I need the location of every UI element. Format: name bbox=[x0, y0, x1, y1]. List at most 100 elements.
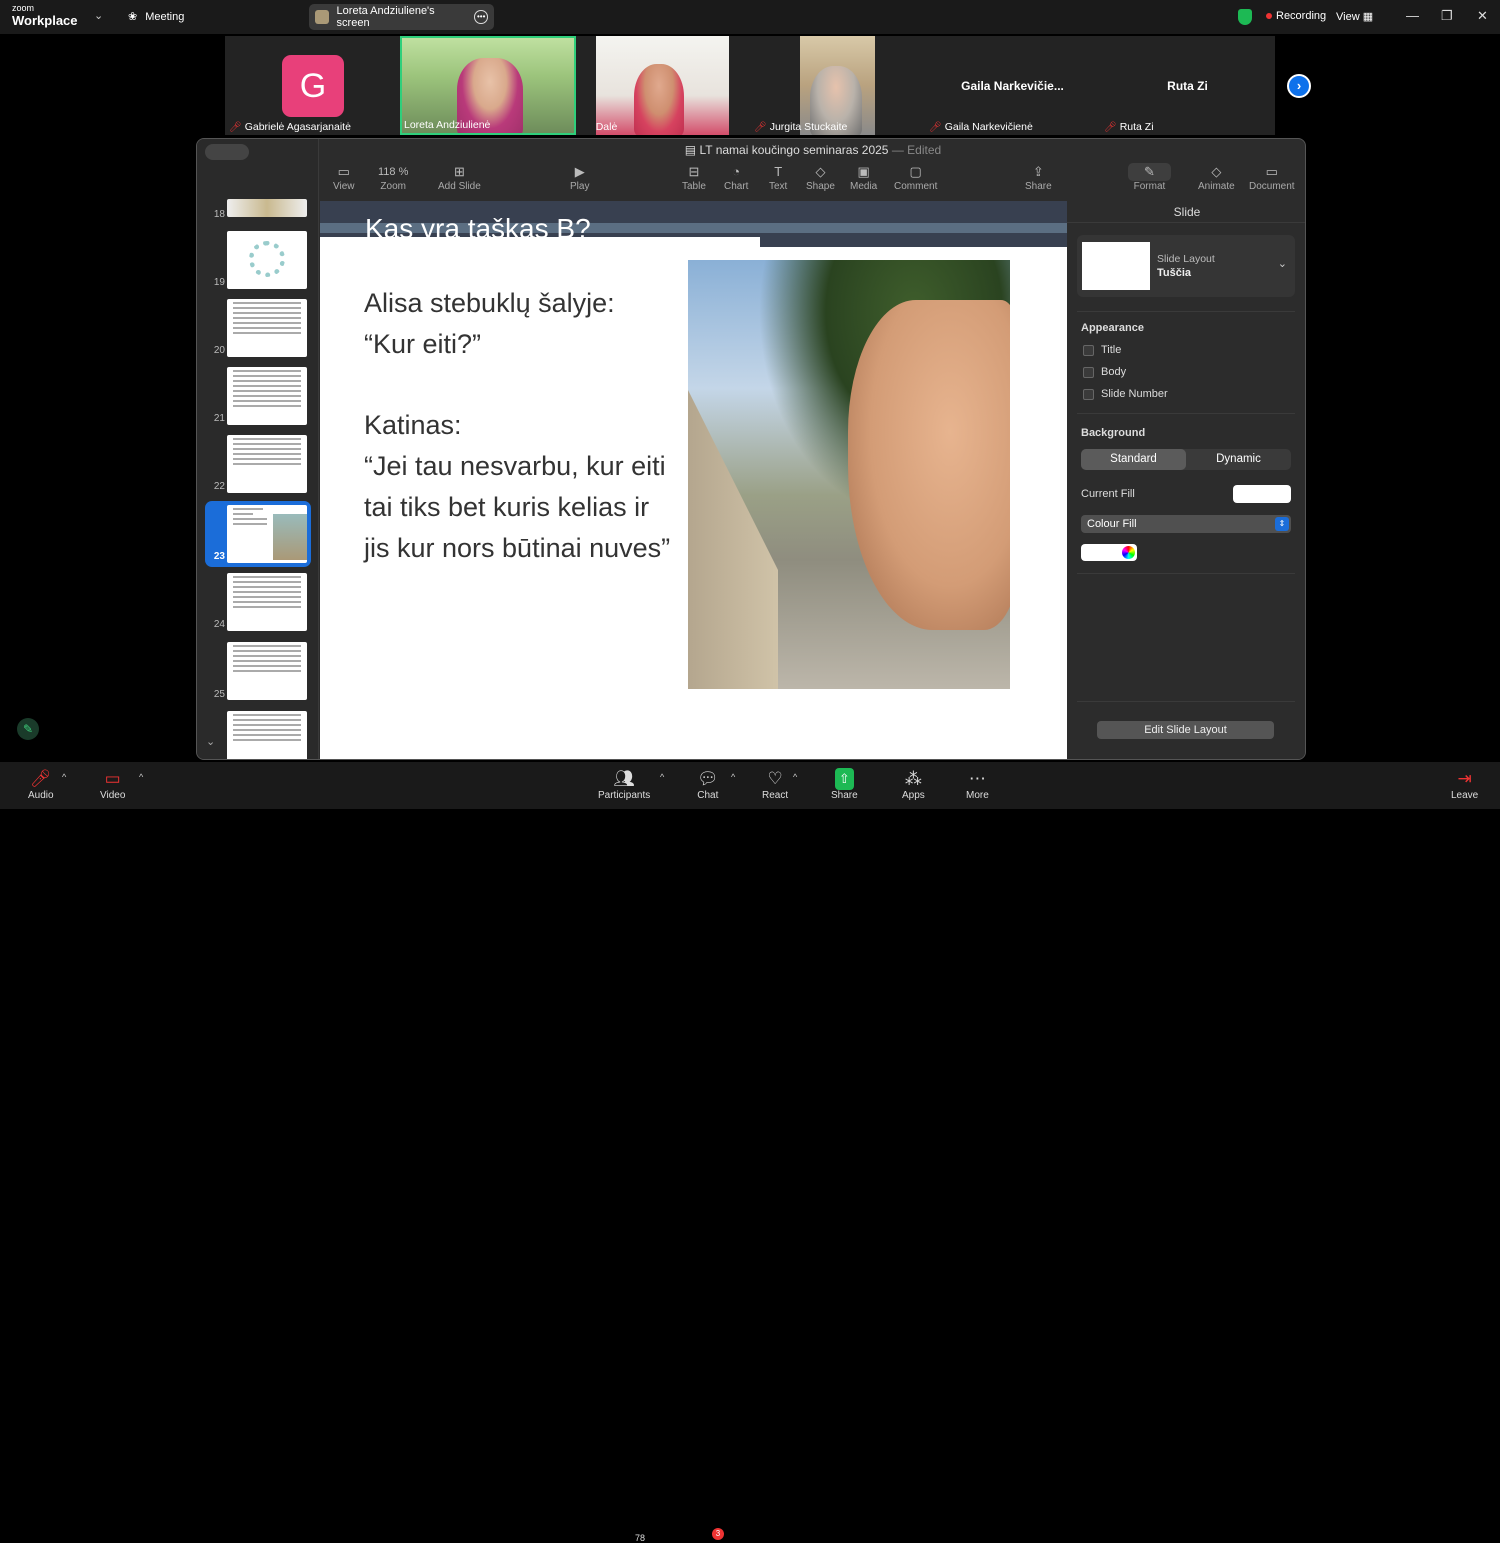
shared-screen-pill[interactable]: Loreta Andziuliene's screen ••• bbox=[309, 4, 494, 30]
slide-navigator: 18 19 20 21 22 23 24 25 ⌄ bbox=[197, 139, 319, 759]
fill-type-select[interactable]: Colour Fill ⇕ bbox=[1081, 515, 1291, 533]
chevron-up-icon[interactable]: ^ bbox=[660, 772, 664, 782]
view-tool[interactable]: ▭ View bbox=[333, 163, 355, 192]
play-icon: ▶ bbox=[574, 164, 585, 179]
body-checkbox[interactable]: Body bbox=[1083, 366, 1126, 378]
slide-text-line[interactable]: jis kur nors būtinai nuves” bbox=[364, 533, 670, 564]
participant-tile-active[interactable]: Loreta Andziulienė bbox=[400, 36, 576, 135]
slide-number: 20 bbox=[213, 345, 225, 356]
slide-thumbnail[interactable] bbox=[227, 299, 307, 357]
sidebar-icon: ▭ bbox=[337, 164, 350, 179]
video-label: Video bbox=[100, 790, 126, 801]
slide-text-line[interactable]: tai tiks bet kuris kelias ir bbox=[364, 492, 649, 523]
standard-segment[interactable]: Standard bbox=[1081, 449, 1186, 470]
more-icon: ⋯ bbox=[968, 769, 986, 788]
video-button[interactable]: ▭ Video bbox=[100, 768, 125, 801]
next-participants-button[interactable]: › bbox=[1287, 74, 1311, 98]
slide-number-checkbox[interactable]: Slide Number bbox=[1083, 388, 1168, 400]
shape-tool[interactable]: ◇ Shape bbox=[806, 163, 835, 192]
title-checkbox[interactable]: Title bbox=[1083, 344, 1121, 356]
sidebar-toggle[interactable] bbox=[205, 144, 249, 160]
tool-label: Share bbox=[1025, 181, 1052, 192]
play-tool[interactable]: ▶ Play bbox=[570, 163, 589, 192]
participant-tile[interactable]: Gaila Narkevičie... 🎤︎ Gaila Narkevičienė bbox=[925, 36, 1100, 135]
document-tool[interactable]: ▭ Document bbox=[1249, 163, 1295, 192]
chart-tool[interactable]: ◔ Chart bbox=[724, 163, 748, 192]
media-tool[interactable]: ▣ Media bbox=[850, 163, 877, 192]
format-tool[interactable]: ✎ Format bbox=[1128, 163, 1171, 192]
slide-thumbnail[interactable] bbox=[227, 573, 307, 631]
table-tool[interactable]: ⊟ Table bbox=[682, 163, 706, 192]
zoom-logo[interactable]: zoom Workplace bbox=[12, 4, 78, 28]
slide-thumbnail[interactable] bbox=[227, 642, 307, 700]
edit-slide-layout-button[interactable]: Edit Slide Layout bbox=[1097, 721, 1274, 739]
slide-text-line[interactable]: “Jei tau nesvarbu, kur eiti bbox=[364, 451, 666, 482]
recording-indicator[interactable]: Recording bbox=[1266, 10, 1326, 22]
meeting-menu[interactable]: ❀ Meeting bbox=[128, 10, 184, 24]
slide-thumbnail[interactable] bbox=[227, 435, 307, 493]
layout-label: Slide Layout bbox=[1157, 253, 1215, 265]
security-shield-icon[interactable] bbox=[1238, 9, 1252, 25]
thumbnail-list[interactable]: 18 19 20 21 22 23 24 25 bbox=[197, 199, 319, 759]
share-screen-button[interactable]: ⇧ Share bbox=[831, 768, 858, 801]
leave-button[interactable]: ⇥ Leave bbox=[1451, 768, 1478, 801]
slide-text-line[interactable]: Alisa stebuklų šalyje: bbox=[364, 288, 615, 319]
chevron-up-icon[interactable]: ^ bbox=[139, 772, 143, 782]
participant-display-name: Ruta Zi bbox=[1167, 79, 1208, 93]
slide-text-line[interactable]: “Kur eiti?” bbox=[364, 329, 481, 360]
checkbox-box[interactable] bbox=[1083, 366, 1094, 378]
color-well[interactable] bbox=[1081, 544, 1137, 561]
react-button[interactable]: ♡ React bbox=[762, 768, 788, 801]
checkbox-box[interactable] bbox=[1083, 388, 1094, 400]
comment-tool[interactable]: ▢ Comment bbox=[894, 163, 937, 192]
chevron-up-icon[interactable]: ^ bbox=[731, 772, 735, 782]
layout-value: Tuščia bbox=[1157, 267, 1192, 279]
apps-button[interactable]: ⁂ Apps bbox=[902, 768, 925, 801]
participant-tile[interactable]: Ruta Zi 🎤︎ Ruta Zi bbox=[1100, 36, 1275, 135]
dynamic-segment[interactable]: Dynamic bbox=[1186, 449, 1291, 470]
chat-button[interactable]: 💬︎ Chat bbox=[697, 768, 719, 801]
audio-button[interactable]: 🎤︎ Audio bbox=[28, 768, 54, 801]
participant-tile[interactable]: G 🎤︎ Gabrielė Agasarjanaitė bbox=[225, 36, 400, 135]
slide-photo[interactable] bbox=[688, 260, 1010, 689]
share-screen-icon: ⇧ bbox=[834, 768, 854, 790]
shape-icon: ◇ bbox=[815, 164, 826, 179]
media-icon: ▣ bbox=[857, 164, 870, 179]
restore-icon[interactable]: ❐ bbox=[1441, 8, 1453, 24]
slide-thumbnail[interactable] bbox=[227, 711, 307, 759]
chevron-up-icon[interactable]: ^ bbox=[62, 772, 66, 782]
checkbox-box[interactable] bbox=[1083, 344, 1094, 356]
slide-canvas[interactable]: Kas yra taškas B? Alisa stebuklų šalyje:… bbox=[320, 201, 1067, 759]
close-icon[interactable]: ✕ bbox=[1477, 8, 1488, 24]
chevron-down-icon[interactable]: ⌄ bbox=[94, 9, 103, 22]
color-wheel-icon[interactable] bbox=[1122, 546, 1135, 559]
more-options-icon[interactable]: ••• bbox=[474, 10, 488, 24]
more-button[interactable]: ⋯ More bbox=[966, 768, 989, 801]
slide-thumbnail-selected[interactable] bbox=[227, 505, 307, 563]
chevron-up-icon[interactable]: ^ bbox=[793, 772, 797, 782]
divider bbox=[1077, 701, 1295, 702]
participants-button[interactable]: 👥︎ Participants bbox=[598, 768, 650, 801]
slide-thumbnail[interactable] bbox=[227, 367, 307, 425]
apps-icon: ⁂ bbox=[904, 769, 922, 788]
zoom-tool[interactable]: 118 % Zoom bbox=[378, 163, 408, 192]
participant-tile[interactable]: 🎤︎Dalė bbox=[596, 36, 729, 135]
tool-label: Add Slide bbox=[438, 181, 481, 192]
video-off-icon: ▭ bbox=[104, 769, 121, 788]
slide-layout-picker[interactable]: Slide Layout Tuščia ⌄ bbox=[1077, 235, 1295, 297]
slide-thumbnail[interactable] bbox=[227, 231, 307, 289]
divider bbox=[1077, 311, 1295, 312]
view-label: View bbox=[1336, 11, 1360, 23]
chevron-down-icon[interactable]: ⌄ bbox=[206, 735, 215, 748]
annotate-pencil-icon[interactable]: ✎ bbox=[17, 718, 39, 740]
slide-thumbnail[interactable] bbox=[227, 199, 307, 217]
minimize-icon[interactable]: — bbox=[1406, 8, 1419, 23]
background-segmented-control[interactable]: Standard Dynamic bbox=[1081, 449, 1291, 470]
current-fill-swatch[interactable] bbox=[1233, 485, 1291, 503]
slide-text-line[interactable]: Katinas: bbox=[364, 410, 462, 441]
animate-tool[interactable]: ◇ Animate bbox=[1198, 163, 1235, 192]
text-tool[interactable]: T Text bbox=[769, 163, 787, 192]
view-button[interactable]: View ▦ bbox=[1336, 10, 1373, 23]
add-slide-tool[interactable]: ⊞ Add Slide bbox=[438, 163, 481, 192]
share-tool[interactable]: ⇪ Share bbox=[1025, 163, 1052, 192]
